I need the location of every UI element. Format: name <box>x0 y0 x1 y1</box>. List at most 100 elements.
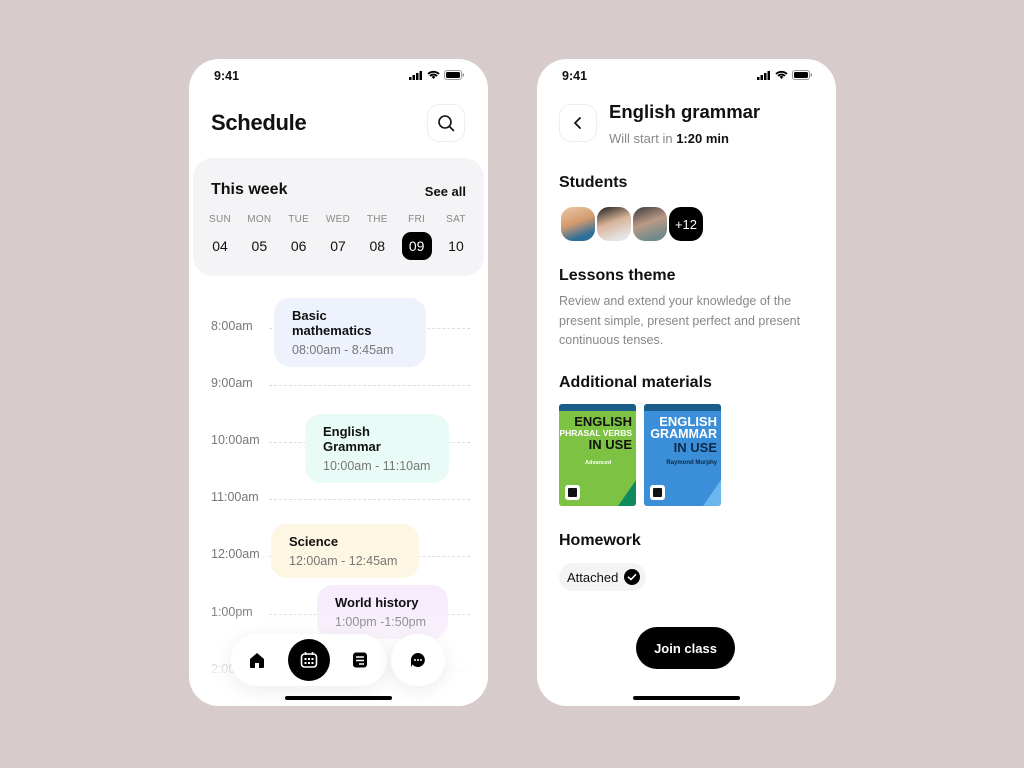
homework-status-chip[interactable]: Attached <box>559 563 647 591</box>
event-name: Basic mathematics <box>292 308 372 338</box>
event-time: 12:00am - 12:45am <box>289 554 398 568</box>
day-name: FRI <box>408 214 426 225</box>
time-divider <box>269 499 470 500</box>
chat-icon <box>411 653 425 667</box>
time-row: 9:00am <box>211 376 470 396</box>
week-title: This week <box>211 181 288 198</box>
week-days: SUN 04 MON 05 TUE 06 WED 07 THE 08 FRI 09 SAT 10 <box>201 214 475 260</box>
notes-icon <box>353 652 367 668</box>
homework-heading: Homework <box>559 532 641 549</box>
day-tue[interactable]: TUE 06 <box>280 214 318 260</box>
more-students-badge[interactable]: +12 <box>667 205 705 243</box>
bottom-nav <box>231 634 387 686</box>
day-name: SAT <box>446 214 466 225</box>
battery-icon <box>444 70 464 80</box>
search-icon <box>438 115 455 132</box>
time-label: 9:00am <box>211 376 253 390</box>
day-name: SUN <box>208 214 231 225</box>
day-name: TUE <box>288 214 310 225</box>
week-card: This week See all SUN 04 MON 05 TUE 06 WED 07 TH… <box>193 158 484 276</box>
status-time: 9:41 <box>214 69 240 83</box>
day-number: 07 <box>330 238 346 254</box>
lessons-theme-text: Review and extend your knowledge of the … <box>559 294 801 347</box>
time-label: 12:00am <box>211 547 260 561</box>
home-indicator <box>285 696 392 700</box>
wifi-icon <box>427 70 440 79</box>
nav-home-button[interactable] <box>235 638 279 682</box>
students-heading: Students <box>559 174 628 191</box>
class-title: English grammar <box>609 101 761 122</box>
materials-heading: Additional materials <box>559 374 712 391</box>
pdf-icon <box>650 485 665 500</box>
students-avatars[interactable]: +12 <box>559 205 705 243</box>
schedule-event[interactable]: Basic mathematics 08:00am - 8:45am <box>274 298 426 367</box>
nav-chat-button[interactable] <box>391 634 445 686</box>
event-name: Science <box>289 534 339 549</box>
book-grammar[interactable]: ENGLISH GRAMMAR IN USE Raymond Murphy <box>644 404 721 506</box>
nav-calendar-button[interactable] <box>288 639 330 681</box>
day-the[interactable]: THE 08 <box>358 214 396 260</box>
book-title-line2: GRAMMAR <box>650 427 717 441</box>
avatar <box>631 205 669 243</box>
day-wed[interactable]: WED 07 <box>319 214 357 260</box>
status-icons <box>757 70 812 80</box>
day-mon[interactable]: MON 05 <box>240 214 278 260</box>
page-title: Schedule <box>211 110 307 135</box>
signal-icon <box>409 70 422 80</box>
event-time: 10:00am - 11:10am <box>323 459 431 473</box>
day-number: 04 <box>212 238 228 254</box>
schedule-screen: 9:41 Schedule This week See all SUN 04 MON… <box>189 59 488 706</box>
day-sun[interactable]: SUN 04 <box>201 214 239 260</box>
time-label: 10:00am <box>211 433 260 447</box>
search-button[interactable] <box>427 104 465 142</box>
see-all-link[interactable]: See all <box>425 184 466 199</box>
check-circle-icon <box>624 569 641 585</box>
book-corner <box>703 480 721 506</box>
pdf-icon <box>565 485 580 500</box>
day-number: 10 <box>448 238 464 254</box>
class-start-info: Will start in 1:20 min <box>609 131 729 146</box>
calendar-icon <box>300 652 318 668</box>
day-name: THE <box>366 214 388 225</box>
start-time: 1:20 min <box>676 131 729 146</box>
home-indicator <box>633 696 740 700</box>
event-time: 08:00am - 8:45am <box>292 343 394 357</box>
time-label: 8:00am <box>211 319 253 333</box>
time-divider <box>269 385 470 386</box>
battery-icon <box>792 70 812 80</box>
avatar <box>559 205 597 243</box>
event-name: English Grammar <box>323 424 381 454</box>
book-title-line3: IN USE <box>588 437 632 452</box>
schedule-event[interactable]: Science 12:00am - 12:45am <box>271 524 419 578</box>
day-number: 09 <box>401 232 432 260</box>
class-detail-screen: 9:41 English grammar Will start in 1:20 … <box>537 59 836 706</box>
status-icons <box>409 70 464 80</box>
book-subtitle: Advanced <box>585 460 612 466</box>
book-title-line1: ENGLISH <box>574 414 632 429</box>
back-button[interactable] <box>559 104 597 142</box>
book-corner <box>618 480 636 506</box>
start-prefix: Will start in <box>609 131 673 146</box>
nav-notes-button[interactable] <box>338 638 382 682</box>
homework-status: Attached <box>567 569 619 585</box>
day-sat[interactable]: SAT 10 <box>437 214 475 260</box>
book-subtitle: Raymond Murphy <box>666 460 717 466</box>
book-band <box>559 404 636 411</box>
day-number: 08 <box>369 238 386 254</box>
day-name: MON <box>247 214 272 225</box>
book-phrasal-verbs[interactable]: ENGLISH PHRASAL VERBS IN USE Advanced <box>559 404 636 506</box>
signal-icon <box>757 70 770 80</box>
day-number: 05 <box>251 238 268 254</box>
lessons-theme-heading: Lessons theme <box>559 267 676 284</box>
status-time: 9:41 <box>562 69 588 83</box>
home-icon <box>250 653 264 668</box>
time-row: 11:00am <box>211 490 470 510</box>
book-band <box>644 404 721 411</box>
schedule-event[interactable]: English Grammar 10:00am - 11:10am <box>305 414 449 483</box>
day-fri[interactable]: FRI 09 <box>398 214 436 260</box>
day-number: 06 <box>290 238 307 254</box>
avatar <box>595 205 633 243</box>
join-class-button[interactable]: Join class <box>636 627 735 669</box>
chevron-left-icon <box>574 117 581 129</box>
time-label: 11:00am <box>211 490 259 504</box>
